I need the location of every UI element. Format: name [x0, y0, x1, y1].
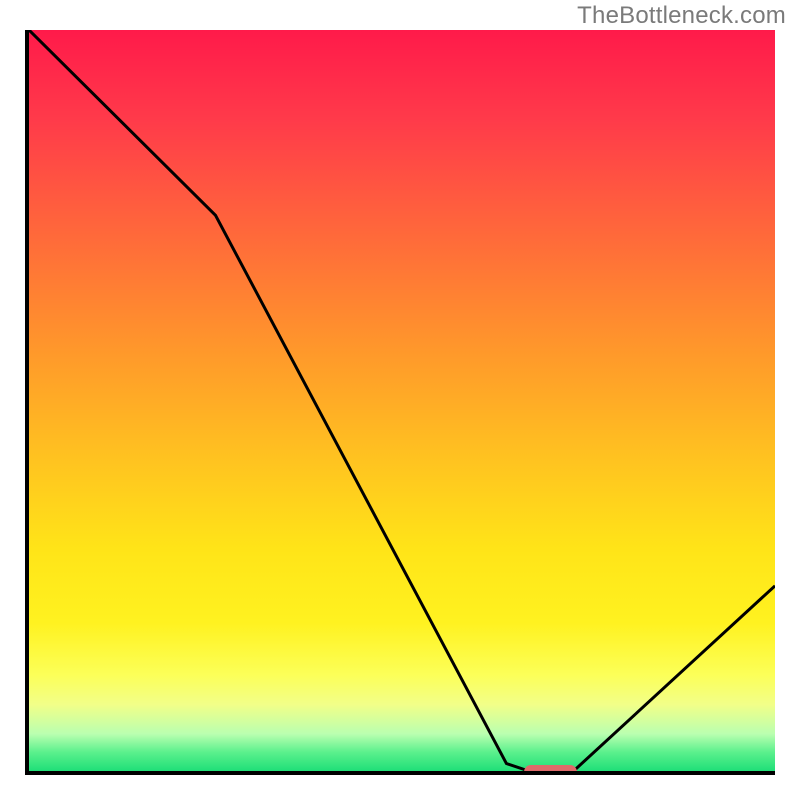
curve-layer	[29, 30, 775, 771]
optimal-range-marker	[524, 765, 577, 775]
bottleneck-curve-path	[29, 30, 775, 771]
bottleneck-chart: TheBottleneck.com	[0, 0, 800, 800]
watermark-text: TheBottleneck.com	[577, 2, 786, 30]
plot-area	[25, 30, 775, 775]
